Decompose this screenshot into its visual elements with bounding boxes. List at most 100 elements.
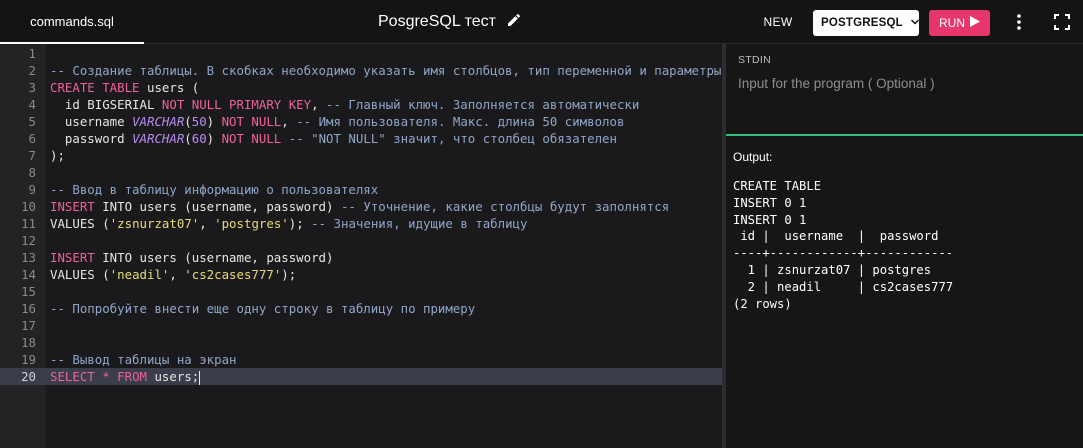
- code-line[interactable]: 11 VALUES ('zsnurzat07', 'postgres'); -- …: [0, 215, 722, 232]
- code-token: NOT NULL: [221, 131, 282, 146]
- code-text: INSERT INTO users (username, password) -…: [50, 198, 669, 215]
- code-text: VALUES ('neadil', 'cs2cases777');: [50, 266, 296, 283]
- code-text: -- Создание таблицы. В скобках необходим…: [50, 62, 721, 79]
- code-token: CREATE TABLE: [50, 80, 140, 95]
- code-text: INSERT INTO users (username, password): [50, 249, 333, 266]
- code-token: INTO users (username, password): [94, 250, 334, 265]
- code-token: VARCHAR: [132, 114, 185, 129]
- code-token: -- Уточнение, какие столбцы будут заполн…: [340, 199, 670, 214]
- run-button[interactable]: RUN: [929, 10, 990, 36]
- top-bar: commands.sql PosgreSQL тест NEW POSTGRES…: [0, 0, 1083, 44]
- code-token: *: [102, 369, 110, 384]
- line-number: 1: [28, 46, 36, 61]
- code-token: 'neadil': [109, 267, 170, 282]
- code-token: ): [206, 131, 222, 146]
- code-line[interactable]: 10 INSERT INTO users (username, password)…: [0, 198, 722, 215]
- code-line[interactable]: 2 -- Создание таблицы. В скобках необходи…: [0, 62, 722, 79]
- stdin-divider: [726, 134, 1083, 136]
- code-token: NOT NULL: [221, 114, 282, 129]
- line-number: 18: [21, 335, 36, 350]
- code-line[interactable]: 6 password VARCHAR(60) NOT NULL -- "NOT …: [0, 130, 722, 147]
- code-token: (: [184, 114, 192, 129]
- code-line[interactable]: 19 -- Вывод таблицы на экран: [0, 351, 722, 368]
- code-line[interactable]: 18: [0, 334, 722, 351]
- tab-commands-sql[interactable]: commands.sql: [0, 0, 144, 44]
- line-number: 19: [21, 352, 36, 367]
- code-text: -- Ввод в таблицу информацию о пользоват…: [50, 181, 378, 198]
- code-text: password VARCHAR(60) NOT NULL -- "NOT NU…: [50, 130, 617, 147]
- code-text: -- Попробуйте внести еще одну строку в т…: [50, 300, 475, 317]
- line-number: 9: [28, 182, 36, 197]
- code-token: VARCHAR: [132, 131, 185, 146]
- code-line[interactable]: 9 -- Ввод в таблицу информацию о пользова…: [0, 181, 722, 198]
- code-token: ): [206, 114, 222, 129]
- code-token: -- "NOT NULL" значит, что столбец обязат…: [288, 131, 617, 146]
- run-button-label: RUN: [939, 16, 965, 30]
- code-line[interactable]: 5 username VARCHAR(50) NOT NULL, -- Имя …: [0, 113, 722, 130]
- line-number: 14: [21, 267, 36, 282]
- code-token: INSERT: [50, 250, 95, 265]
- line-number: 16: [21, 301, 36, 316]
- stdin-input[interactable]: Input for the program ( Optional ): [738, 76, 1068, 91]
- code-token: );: [288, 216, 312, 231]
- code-line[interactable]: 8: [0, 164, 722, 181]
- code-token: ,: [169, 267, 185, 282]
- language-select[interactable]: POSTGRESQL: [813, 10, 919, 36]
- code-line[interactable]: 3 CREATE TABLE users (: [0, 79, 722, 96]
- line-number: 11: [21, 216, 36, 231]
- line-number: 3: [28, 80, 36, 95]
- code-line[interactable]: 4 id BIGSERIAL NOT NULL PRIMARY KEY, -- …: [0, 96, 722, 113]
- code-token: 'postgres': [214, 216, 289, 231]
- code-token: VALUES (: [50, 267, 110, 282]
- edit-pencil-icon[interactable]: [506, 12, 522, 33]
- code-line[interactable]: 14 VALUES ('neadil', 'cs2cases777');: [0, 266, 722, 283]
- line-number: 4: [28, 97, 36, 112]
- code-token: -- Имя пользователя. Макс. длина 50 симв…: [296, 114, 625, 129]
- code-line[interactable]: 20 SELECT * FROM users;: [0, 368, 722, 385]
- line-number: 12: [21, 233, 36, 248]
- code-token: -- Вывод таблицы на экран: [50, 352, 237, 367]
- code-token: -- Значения, идущие в таблицу: [311, 216, 528, 231]
- code-token: NOT NULL PRIMARY KEY: [161, 97, 312, 112]
- code-token: SELECT: [50, 369, 95, 384]
- project-title[interactable]: PosgreSQL тест: [378, 13, 496, 31]
- code-text: id BIGSERIAL NOT NULL PRIMARY KEY, -- Гл…: [50, 96, 639, 113]
- code-token: (: [184, 131, 192, 146]
- code-token: );: [50, 148, 65, 163]
- code-token: id BIGSERIAL: [50, 97, 162, 112]
- code-line[interactable]: 12: [0, 232, 722, 249]
- more-vertical-icon[interactable]: [1011, 13, 1027, 31]
- code-token: users (: [139, 80, 200, 95]
- code-line[interactable]: 16 -- Попробуйте внести еще одну строку в…: [0, 300, 722, 317]
- language-select-value: POSTGRESQL: [821, 17, 903, 29]
- code-text: CREATE TABLE users (: [50, 79, 199, 96]
- code-token: 'cs2cases777': [184, 267, 282, 282]
- code-line[interactable]: 17: [0, 317, 722, 334]
- code-line[interactable]: 1: [0, 45, 722, 62]
- code-editor[interactable]: 1 2 -- Создание таблицы. В скобках необход…: [0, 44, 722, 448]
- new-button[interactable]: NEW: [754, 10, 802, 34]
- page-title: PosgreSQL тест: [378, 11, 522, 33]
- code-token: INTO users (username, password): [94, 199, 341, 214]
- code-token: ,: [311, 97, 327, 112]
- output-label: Output:: [733, 150, 773, 164]
- line-number: 17: [21, 318, 36, 333]
- output-text: CREATE TABLE INSERT 0 1 INSERT 0 1 id | …: [733, 179, 954, 311]
- stdin-label: STDIN: [738, 54, 771, 66]
- fullscreen-icon[interactable]: [1054, 14, 1070, 30]
- code-token: ,: [281, 114, 297, 129]
- code-line[interactable]: 13 INSERT INTO users (username, password): [0, 249, 722, 266]
- code-token: ,: [199, 216, 215, 231]
- code-token: -- Главный ключ. Заполняется автоматичес…: [326, 97, 640, 112]
- code-token: 50: [191, 114, 207, 129]
- line-number: 8: [28, 165, 36, 180]
- code-token: VALUES (: [50, 216, 110, 231]
- code-text: username VARCHAR(50) NOT NULL, -- Имя по…: [50, 113, 625, 130]
- code-line[interactable]: 7);: [0, 147, 722, 164]
- play-icon: [970, 16, 980, 30]
- code-token: 60: [191, 131, 207, 146]
- code-text: );: [50, 147, 65, 164]
- line-number: 5: [28, 114, 36, 129]
- code-line[interactable]: 15: [0, 283, 722, 300]
